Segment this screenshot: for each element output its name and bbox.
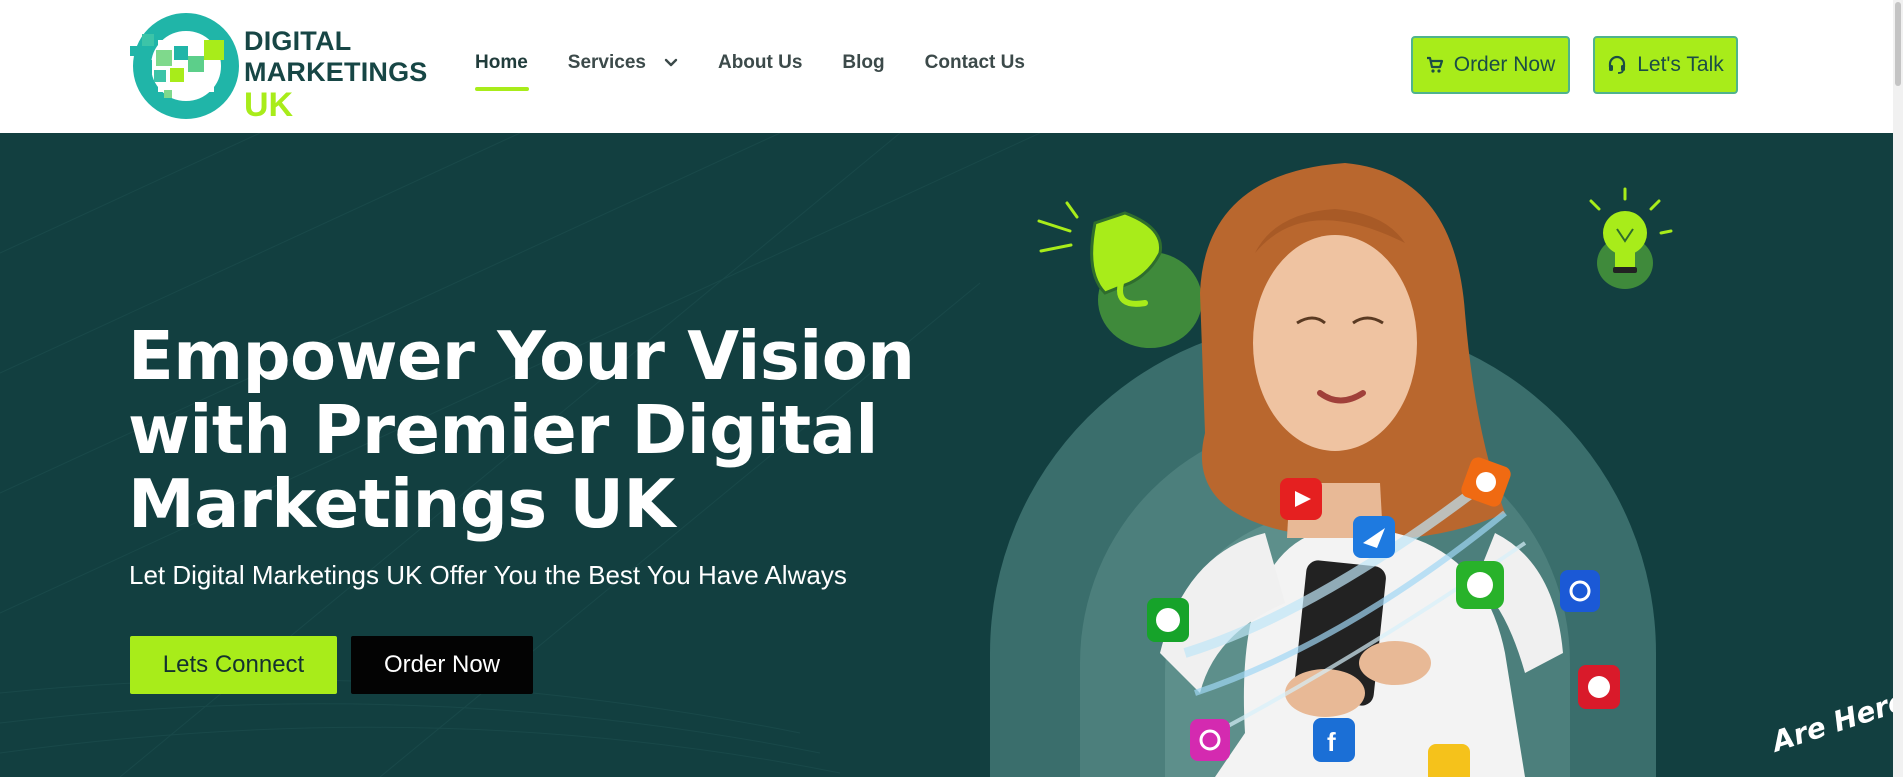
logo-line-digital: DIGITAL xyxy=(244,26,352,56)
nav-about-label: About Us xyxy=(717,52,803,73)
spotify-icon xyxy=(1147,598,1189,642)
hero-subtitle: Let Digital Marketings UK Offer You the … xyxy=(129,560,847,590)
megaphone-icon xyxy=(1037,201,1202,348)
hero-title: Empower Your Vision with Premier Digital… xyxy=(128,317,915,543)
nav-contact-label: Contact Us xyxy=(924,52,1025,73)
page-scrollbar[interactable] xyxy=(1893,0,1903,777)
hero-illustration: f xyxy=(990,163,1673,777)
lets-connect-button[interactable]: Lets Connect xyxy=(130,636,337,694)
nav-home[interactable]: Home xyxy=(475,52,529,91)
hero-section: Empower Your Vision with Premier Digital… xyxy=(0,133,1893,777)
logo-text: DIGITAL MARKETINGS UK xyxy=(244,26,428,122)
logo-line-uk: UK xyxy=(244,86,294,124)
logo-mark-icon xyxy=(130,13,239,119)
chevron-down-icon xyxy=(664,58,678,67)
nav-contact[interactable]: Contact Us xyxy=(925,52,1025,74)
nav-blog[interactable]: Blog xyxy=(842,52,884,74)
nav-blog-label: Blog xyxy=(842,52,885,73)
header-talk-button[interactable]: Let's Talk xyxy=(1593,36,1738,94)
lightbulb-icon xyxy=(1589,187,1673,289)
nav-services-label: Services xyxy=(567,52,646,73)
header-order-button[interactable]: Order Now xyxy=(1411,36,1570,94)
svg-text:f: f xyxy=(1327,727,1336,757)
main-nav: Home Services About Us Blog Contact Us xyxy=(475,52,1065,91)
nav-about[interactable]: About Us xyxy=(718,52,802,74)
cart-icon xyxy=(1426,56,1443,73)
site-header: DIGITAL MARKETINGS UK Home Services Abou… xyxy=(0,0,1893,133)
facebook-icon: f xyxy=(1313,718,1355,762)
brand-logo[interactable]: DIGITAL MARKETINGS UK xyxy=(128,10,428,122)
scrollbar-thumb[interactable] xyxy=(1895,2,1901,86)
header-talk-label: Let's Talk xyxy=(1637,53,1724,76)
youtube-icon xyxy=(1280,478,1322,520)
header-order-label: Order Now xyxy=(1453,53,1556,76)
line-icon xyxy=(1456,561,1504,609)
instagram-icon xyxy=(1190,719,1230,761)
headset-icon xyxy=(1609,55,1626,74)
dm-icon xyxy=(1353,516,1395,558)
pinterest-icon xyxy=(1578,665,1620,709)
logo-line-marketings: MARKETINGS xyxy=(244,57,428,87)
twitter-icon xyxy=(1428,744,1470,777)
nav-services[interactable]: Services xyxy=(568,52,678,74)
quora-icon xyxy=(1560,570,1600,612)
hero-order-button[interactable]: Order Now xyxy=(351,636,533,694)
nav-home-label: Home xyxy=(475,52,528,73)
nav-active-underline xyxy=(475,87,529,91)
